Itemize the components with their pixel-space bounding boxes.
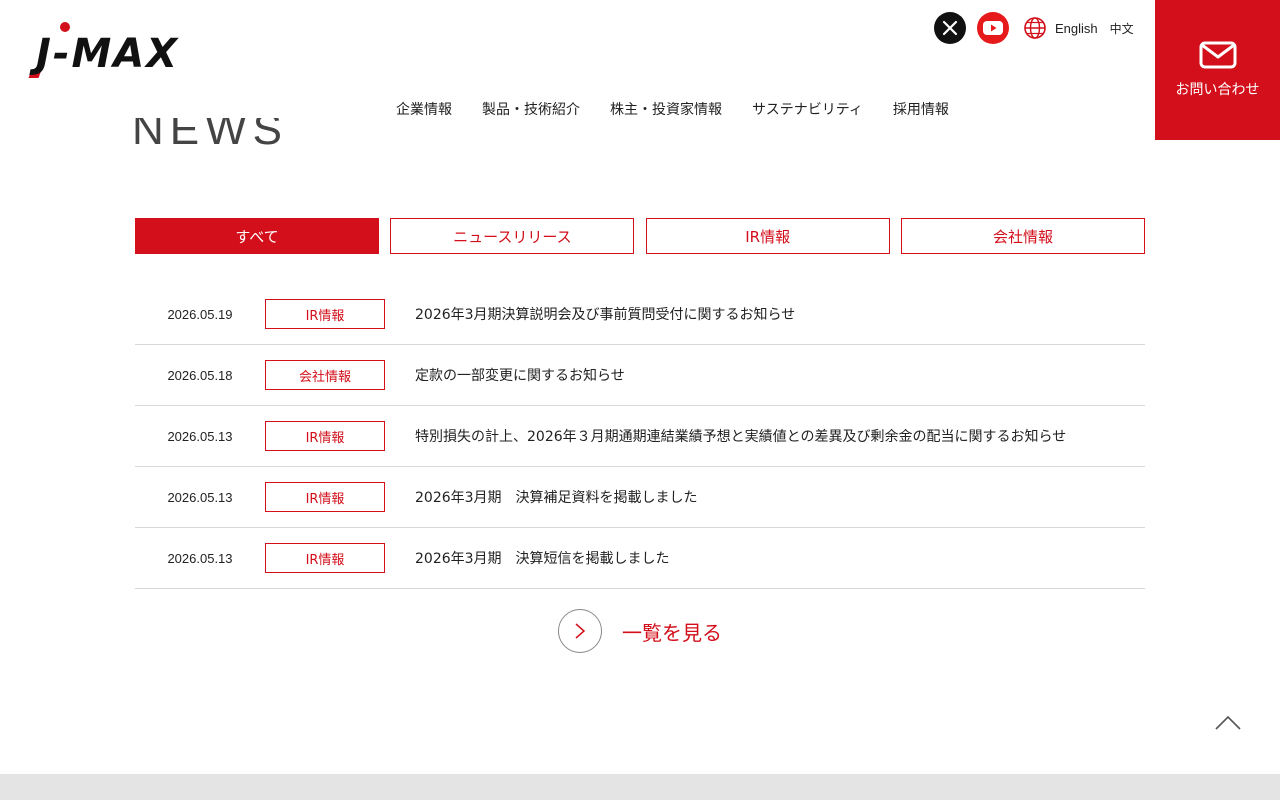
nav-item-company[interactable]: 企業情報 [396, 99, 452, 119]
nav-item-recruit[interactable]: 採用情報 [893, 99, 949, 119]
lang-english-link[interactable]: English [1055, 21, 1098, 36]
news-title[interactable]: 特別損失の計上、2026年３月期通期連結業績予想と実績値との差異及び剰余金の配当… [415, 426, 1066, 446]
news-category-badge: IR情報 [265, 299, 385, 329]
tab-all[interactable]: すべて [135, 218, 379, 254]
section-title-text: NEWS [132, 118, 288, 154]
news-category-badge: IR情報 [265, 421, 385, 451]
nav-item-sustainability[interactable]: サステナビリティ [752, 99, 863, 119]
view-all-link[interactable]: 一覧を見る [558, 609, 722, 653]
news-filter-tabs: すべて ニュースリリース IR情報 会社情報 [135, 218, 1145, 254]
news-list: 2026.05.19 IR情報 2026年3月期決算説明会及び事前質問受付に関す… [135, 284, 1145, 589]
news-category-badge: IR情報 [265, 482, 385, 512]
logo-wordmark: J-MAX [36, 31, 180, 77]
contact-button[interactable]: お問い合わせ [1155, 0, 1280, 140]
news-item[interactable]: 2026.05.13 IR情報 特別損失の計上、2026年３月期通期連結業績予想… [135, 406, 1145, 467]
tab-company[interactable]: 会社情報 [900, 218, 1145, 254]
news-date: 2026.05.13 [167, 550, 233, 566]
lang-chinese-link[interactable]: 中文 [1110, 20, 1134, 37]
globe-icon [1024, 17, 1046, 39]
tab-news-release[interactable]: ニュースリリース [390, 218, 635, 254]
news-date: 2026.05.13 [167, 428, 233, 444]
news-date: 2026.05.18 [167, 367, 233, 383]
global-nav: 企業情報 製品・技術紹介 株主・投資家情報 サステナビリティ 採用情報 [396, 99, 979, 119]
view-all-label: 一覧を見る [622, 620, 722, 645]
news-category-badge: IR情報 [265, 543, 385, 573]
section-title: NEWS [132, 118, 288, 158]
nav-item-investors[interactable]: 株主・投資家情報 [610, 99, 722, 119]
chevron-right-icon [558, 609, 602, 653]
x-twitter-icon[interactable] [934, 12, 966, 44]
chevron-up-icon[interactable] [1214, 712, 1242, 732]
header-utility: English 中文 [934, 12, 1134, 44]
news-item[interactable]: 2026.05.13 IR情報 2026年3月期 決算補足資料を掲載しました [135, 467, 1145, 528]
news-date: 2026.05.19 [167, 306, 233, 322]
nav-item-products[interactable]: 製品・技術紹介 [482, 99, 580, 119]
news-title[interactable]: 2026年3月期決算説明会及び事前質問受付に関するお知らせ [415, 304, 795, 324]
news-item[interactable]: 2026.05.18 会社情報 定款の一部変更に関するお知らせ [135, 345, 1145, 406]
footer-band [0, 774, 1280, 800]
news-date: 2026.05.13 [167, 489, 233, 505]
news-title[interactable]: 2026年3月期 決算短信を掲載しました [415, 548, 670, 568]
news-title[interactable]: 2026年3月期 決算補足資料を掲載しました [415, 487, 698, 507]
news-title[interactable]: 定款の一部変更に関するお知らせ [415, 365, 625, 385]
tab-ir[interactable]: IR情報 [645, 218, 890, 254]
youtube-icon[interactable] [977, 12, 1009, 44]
site-logo[interactable]: J-MAX [28, 22, 200, 82]
news-item[interactable]: 2026.05.19 IR情報 2026年3月期決算説明会及び事前質問受付に関す… [135, 284, 1145, 345]
mail-icon [1199, 41, 1236, 69]
news-item[interactable]: 2026.05.13 IR情報 2026年3月期 決算短信を掲載しました [135, 528, 1145, 589]
news-category-badge: 会社情報 [265, 360, 385, 390]
contact-label: お問い合わせ [1175, 82, 1260, 98]
